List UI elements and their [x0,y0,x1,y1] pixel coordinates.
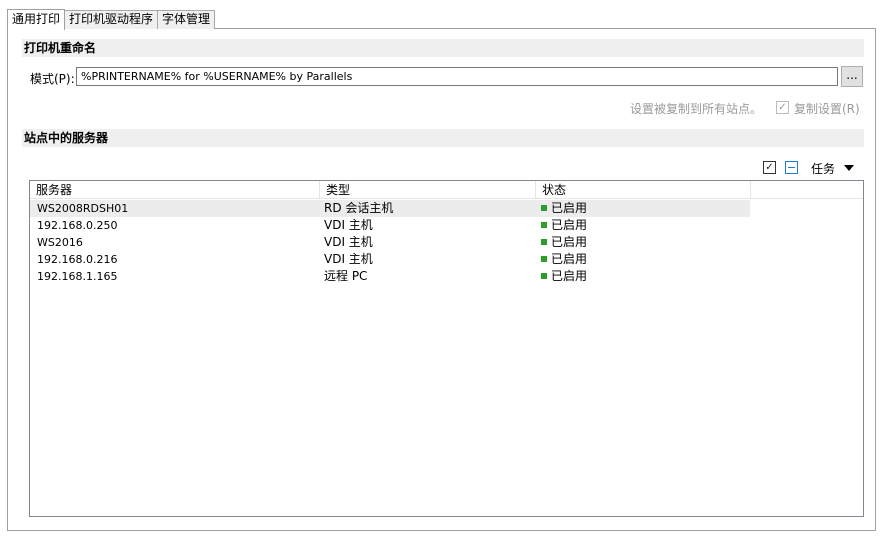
status-cell: 已启用 [551,252,588,266]
printer-rename-header: 打印机重命名 [22,39,864,57]
copy-settings-label: 复制设置(R) [794,102,860,116]
status-dot-icon [541,256,547,262]
tab-strip: 通用打印 打印机驱动程序 字体管理 [7,8,216,30]
type-cell: RD 会话主机 [324,201,394,215]
tasks-menu-button[interactable]: 任务 [811,160,835,177]
pattern-input[interactable]: %PRINTERNAME% for %USERNAME% by Parallel… [76,67,838,86]
tab-panel: 打印机重命名 模式(P): %PRINTERNAME% for %USERNAM… [7,28,876,531]
column-header-status[interactable]: 状态 [536,181,751,199]
tab-general-printing[interactable]: 通用打印 [7,9,66,30]
table-row[interactable]: 192.168.0.250 VDI 主机 已启用 [30,217,750,234]
column-header-server[interactable]: 服务器 [30,181,320,199]
type-cell: VDI 主机 [324,218,373,232]
copy-hint-text: 设置被复制到所有站点。 [630,102,763,116]
status-cell: 已启用 [551,269,588,283]
server-cell: 192.168.0.216 [37,253,118,266]
table-row[interactable]: 192.168.1.165 远程 PC 已启用 [30,268,750,285]
tab-printer-drivers[interactable]: 打印机驱动程序 [64,10,159,29]
status-dot-icon [541,273,547,279]
table-row[interactable]: WS2008RDSH01 RD 会话主机 已启用 [30,200,750,217]
status-dot-icon [541,205,547,211]
status-dot-icon [541,239,547,245]
copy-settings-checkbox[interactable]: ✓ [776,101,789,114]
type-cell: 远程 PC [324,269,368,283]
table-row[interactable]: 192.168.0.216 VDI 主机 已启用 [30,251,750,268]
servers-header: 站点中的服务器 [22,129,864,147]
browse-button[interactable]: ... [841,66,863,87]
server-cell: WS2016 [37,236,83,249]
column-header-type[interactable]: 类型 [320,181,536,199]
status-cell: 已启用 [551,201,588,215]
type-cell: VDI 主机 [324,252,373,266]
tab-font-management[interactable]: 字体管理 [157,10,216,29]
status-cell: 已启用 [551,218,588,232]
server-cell: 192.168.1.165 [37,270,118,283]
servers-list[interactable]: 服务器 类型 状态 WS2008RDSH01 RD 会话主机 已启用 192.1… [29,180,864,517]
checkbox-indeterminate-icon[interactable] [785,161,798,174]
status-cell: 已启用 [551,235,588,249]
pattern-label: 模式(P): [30,72,75,86]
server-cell: WS2008RDSH01 [37,202,129,215]
checkbox-checked-icon[interactable]: ✓ [763,161,776,174]
table-row[interactable]: WS2016 VDI 主机 已启用 [30,234,750,251]
server-cell: 192.168.0.250 [37,219,118,232]
type-cell: VDI 主机 [324,235,373,249]
list-header: 服务器 类型 状态 [30,181,863,199]
chevron-down-icon[interactable] [844,165,854,171]
status-dot-icon [541,222,547,228]
